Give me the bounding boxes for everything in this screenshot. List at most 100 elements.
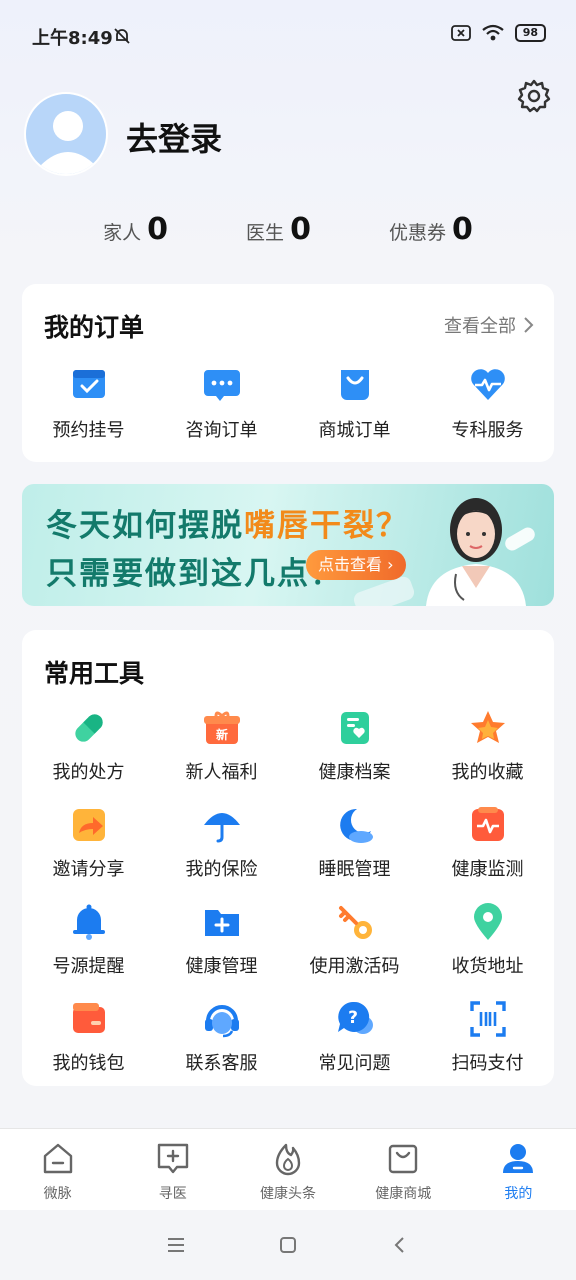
wifi-icon xyxy=(482,24,504,41)
tool-activation-code[interactable]: 使用激活码 xyxy=(288,902,421,999)
stat-value: 0 xyxy=(290,212,311,247)
tools-card: 常用工具 我的处方 新 新人福利 健康档案 我的收藏 邀请分享 我的保险 睡眠管… xyxy=(22,630,554,1086)
sim-off-icon xyxy=(450,25,471,41)
tools-title: 常用工具 xyxy=(44,659,145,688)
question-icon: ? xyxy=(337,1001,373,1034)
stat-label: 优惠券 xyxy=(388,222,446,244)
status-time: 上午8:49 xyxy=(32,28,113,49)
tab-label: 微脉 xyxy=(43,1186,72,1202)
tool-faq[interactable]: ? 常见问题 xyxy=(288,999,421,1096)
default-user-icon xyxy=(40,111,96,174)
user-stats: 家人 0 医生 0 优惠券 0 xyxy=(0,212,576,247)
headset-icon xyxy=(204,1005,239,1038)
tool-sleep[interactable]: 睡眠管理 xyxy=(288,805,421,902)
tool-health-monitor[interactable]: 健康监测 xyxy=(421,805,554,902)
banner-subline: 只需要做到这几点！ xyxy=(46,556,343,592)
banner-view-button[interactable]: 点击查看 › xyxy=(306,550,406,580)
flame-icon xyxy=(275,1143,301,1176)
order-specialty[interactable]: 专科服务 xyxy=(421,364,554,442)
calendar-check-icon xyxy=(72,370,105,398)
doctor-illustration xyxy=(426,498,526,606)
tab-health-mall[interactable]: 健康商城 xyxy=(346,1129,461,1210)
tool-label: 联系客服 xyxy=(185,1053,258,1074)
banner-headline-text: 冬天如何摆脱 xyxy=(46,508,244,544)
home-icon xyxy=(43,1143,72,1174)
battery-indicator: 98 xyxy=(514,24,546,42)
back-icon[interactable] xyxy=(390,1235,410,1255)
order-label: 专科服务 xyxy=(451,420,524,441)
stat-value: 0 xyxy=(451,212,473,247)
tool-health-record[interactable]: 健康档案 xyxy=(288,708,421,805)
chevron-right-icon xyxy=(524,317,534,333)
settings-gear-icon[interactable] xyxy=(516,78,552,114)
view-all-orders-link[interactable]: 查看全部 xyxy=(444,312,534,338)
order-label: 商城订单 xyxy=(318,420,391,441)
stat-family[interactable]: 家人 0 xyxy=(103,212,168,247)
svg-text:?: ? xyxy=(348,1008,358,1028)
home-square-icon[interactable] xyxy=(278,1235,298,1255)
order-appointment[interactable]: 预约挂号 xyxy=(22,364,155,442)
order-mall[interactable]: 商城订单 xyxy=(288,364,421,442)
avatar[interactable] xyxy=(24,92,108,176)
system-navigation-bar xyxy=(0,1210,576,1280)
gift-icon: 新 xyxy=(203,711,240,744)
login-link[interactable]: 去登录 xyxy=(126,114,222,160)
tool-favorites[interactable]: 我的收藏 xyxy=(421,708,554,805)
location-pin-icon xyxy=(473,903,502,940)
tool-label: 我的收藏 xyxy=(451,762,524,783)
stat-label: 家人 xyxy=(103,222,142,244)
find-doctor-icon xyxy=(157,1143,188,1174)
chat-bubble-icon xyxy=(203,370,240,401)
orders-card: 我的订单 查看全部 预约挂号 咨询订单 商城订单 专科服务 xyxy=(22,284,554,462)
view-all-label: 查看全部 xyxy=(444,316,516,337)
promo-banner[interactable]: 冬天如何摆脱嘴唇干裂？ 只需要做到这几点！ 点击查看 › xyxy=(22,484,554,606)
tool-customer-service[interactable]: 联系客服 xyxy=(155,999,288,1096)
tab-health-news[interactable]: 健康头条 xyxy=(230,1129,345,1210)
tool-scan-pay[interactable]: 扫码支付 xyxy=(421,999,554,1096)
orders-title: 我的订单 xyxy=(44,313,145,342)
tab-profile[interactable]: 我的 xyxy=(461,1129,576,1210)
pill-icon xyxy=(74,714,103,742)
tool-newcomer-benefits[interactable]: 新 新人福利 xyxy=(155,708,288,805)
tool-prescription[interactable]: 我的处方 xyxy=(22,708,155,805)
menu-icon[interactable] xyxy=(166,1236,186,1254)
stat-doctors[interactable]: 医生 0 xyxy=(246,212,311,247)
umbrella-icon xyxy=(203,813,240,843)
tool-label: 扫码支付 xyxy=(451,1053,524,1074)
star-icon xyxy=(470,711,505,743)
health-record-icon xyxy=(340,712,369,744)
tab-home[interactable]: 微脉 xyxy=(0,1129,115,1210)
stat-coupons[interactable]: 优惠券 0 xyxy=(389,212,473,247)
tool-label: 使用激活码 xyxy=(309,956,400,977)
order-label: 咨询订单 xyxy=(185,420,258,441)
tool-health-management[interactable]: 健康管理 xyxy=(155,902,288,999)
tool-label: 收货地址 xyxy=(451,956,524,977)
tool-invite-share[interactable]: 邀请分享 xyxy=(22,805,155,902)
wallet-icon xyxy=(72,1003,105,1033)
folder-plus-icon xyxy=(204,910,239,936)
tab-find-doctor[interactable]: 寻医 xyxy=(115,1129,230,1210)
banner-headline-highlight: 嘴唇干裂？ xyxy=(244,508,409,544)
scan-icon xyxy=(469,1001,506,1037)
banner-button-label: 点击查看 xyxy=(318,555,383,574)
share-icon xyxy=(72,809,105,841)
tool-label: 我的钱包 xyxy=(52,1053,125,1074)
mall-bag-icon xyxy=(389,1144,418,1174)
key-icon xyxy=(338,906,372,939)
tool-shipping-address[interactable]: 收货地址 xyxy=(421,902,554,999)
new-badge: 新 xyxy=(215,727,227,742)
tool-slot-reminder[interactable]: 号源提醒 xyxy=(22,902,155,999)
tab-label: 寻医 xyxy=(158,1186,187,1202)
tool-wallet[interactable]: 我的钱包 xyxy=(22,999,155,1096)
bottom-tab-bar: 微脉 寻医 健康头条 健康商城 我的 xyxy=(0,1128,576,1210)
tool-label: 新人福利 xyxy=(185,762,258,783)
monitor-icon xyxy=(471,807,504,841)
tab-label: 我的 xyxy=(504,1186,533,1202)
status-bar: 上午8:49 98 xyxy=(0,0,576,70)
order-label: 预约挂号 xyxy=(52,420,125,441)
tool-label: 我的处方 xyxy=(52,762,125,783)
banner-headline: 冬天如何摆脱嘴唇干裂？ xyxy=(46,500,409,545)
order-consult[interactable]: 咨询订单 xyxy=(155,364,288,442)
tool-insurance[interactable]: 我的保险 xyxy=(155,805,288,902)
tool-label: 睡眠管理 xyxy=(318,859,391,880)
